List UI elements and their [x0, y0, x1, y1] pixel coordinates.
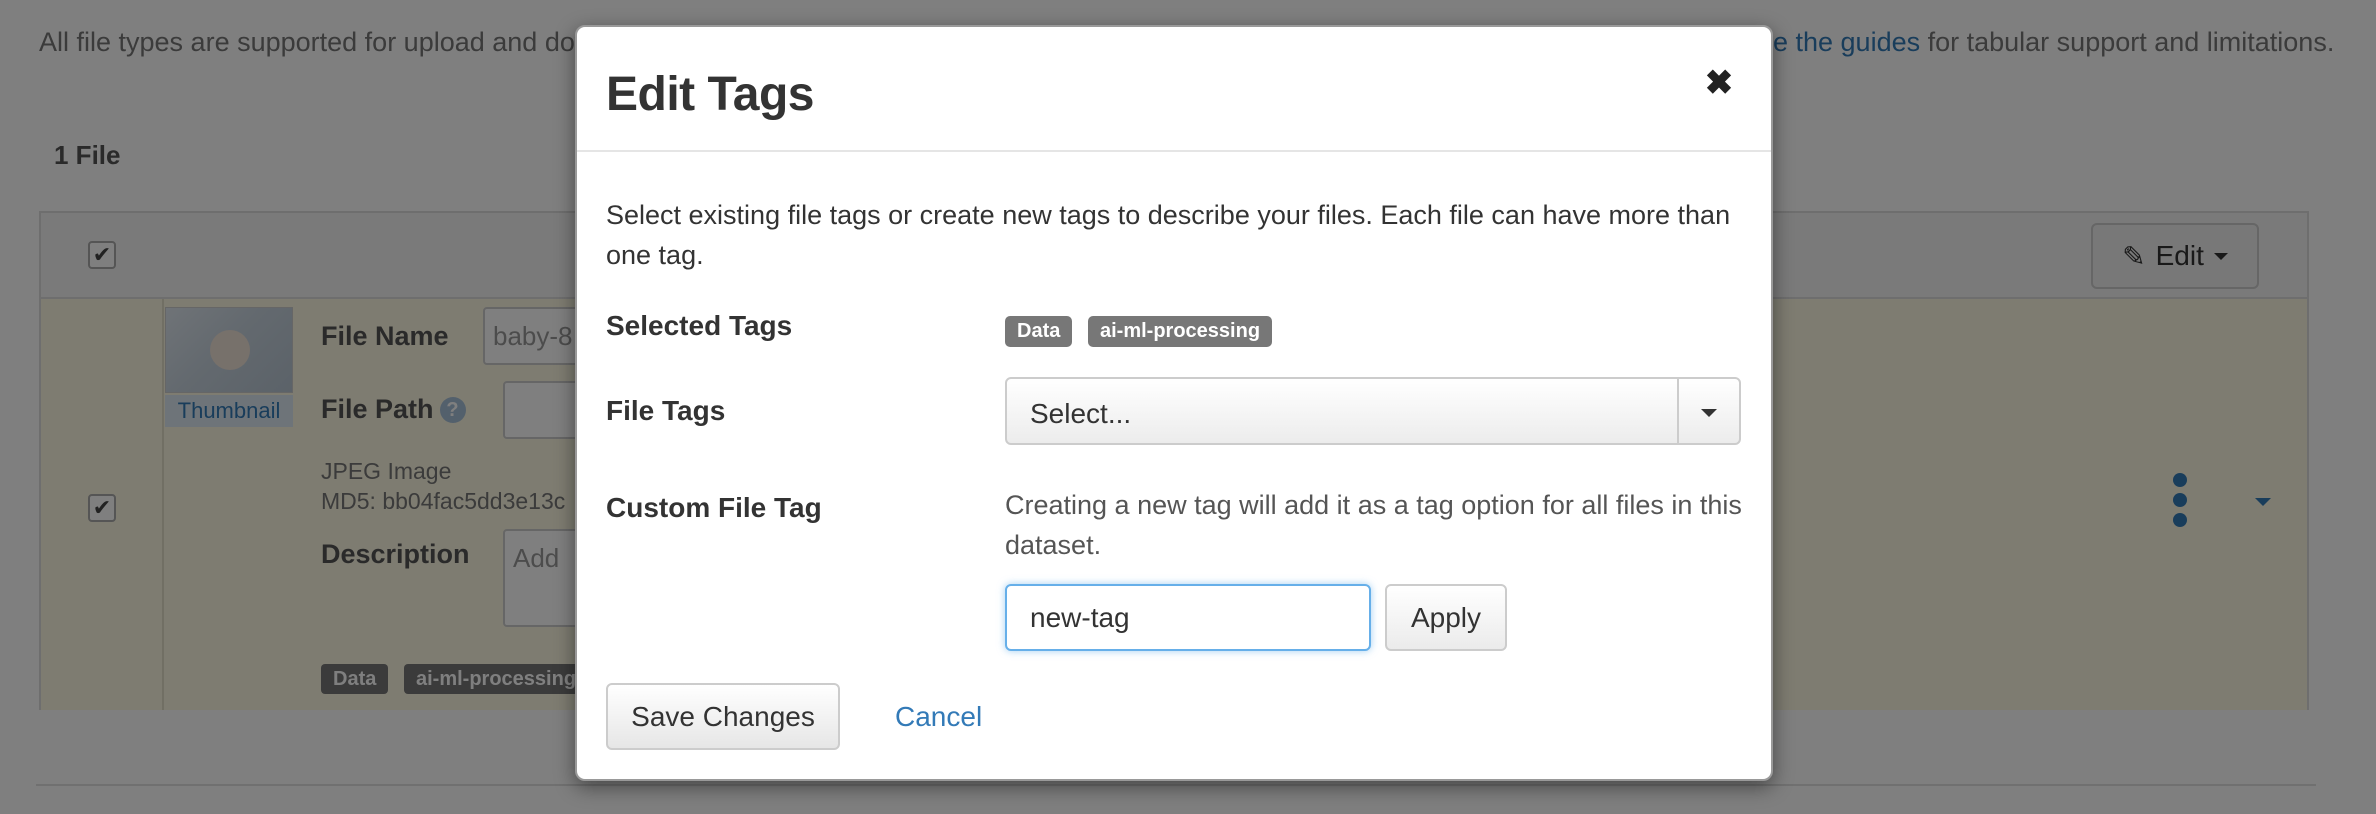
selected-tag: Data	[1005, 316, 1073, 347]
select-separator	[1677, 379, 1679, 443]
custom-tag-label: Custom File Tag	[606, 492, 822, 523]
save-changes-button[interactable]: Save Changes	[606, 683, 840, 750]
close-icon[interactable]: ✖	[1699, 63, 1739, 103]
modal-header: Edit Tags ✖	[577, 27, 1771, 152]
modal-description: Select existing file tags or create new …	[606, 200, 1731, 270]
file-tags-label: File Tags	[606, 395, 726, 426]
file-tags-select[interactable]: Select...	[1005, 377, 1741, 445]
apply-button[interactable]: Apply	[1385, 584, 1507, 651]
custom-tag-help: Creating a new tag will add it as a tag …	[1005, 490, 1742, 560]
select-value: Select...	[1030, 398, 1132, 429]
selected-tag: ai-ml-processing	[1088, 316, 1273, 347]
chevron-down-icon	[1701, 409, 1717, 417]
custom-tag-input[interactable]	[1005, 584, 1371, 651]
modal-title: Edit Tags	[606, 68, 814, 121]
edit-tags-modal: Edit Tags ✖ Select existing file tags or…	[575, 25, 1773, 781]
cancel-button[interactable]: Cancel	[895, 701, 982, 733]
selected-tags-label: Selected Tags	[606, 310, 793, 341]
